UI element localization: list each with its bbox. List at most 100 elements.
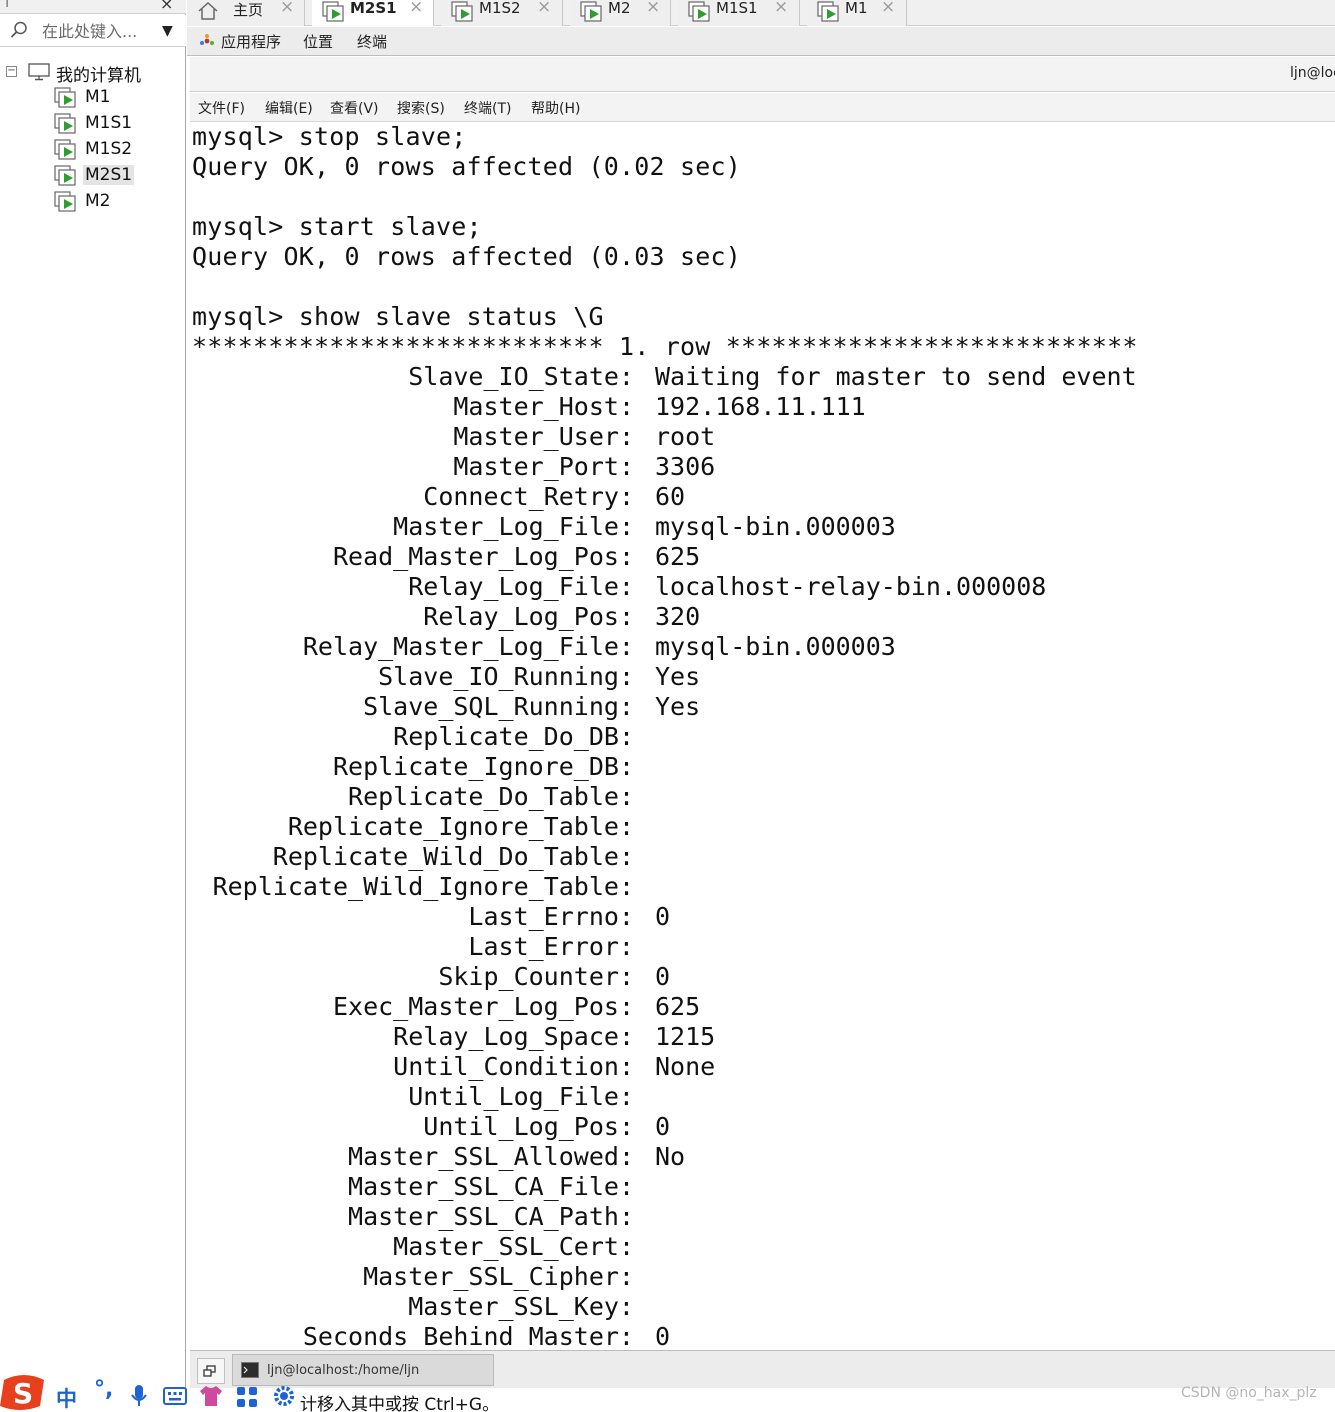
status-field-name: Replicate_Wild_Ignore_Table: [212, 872, 634, 901]
close-library-icon[interactable]: × [160, 0, 173, 13]
menu-file[interactable]: 文件(F) [198, 98, 245, 118]
tree-item-m1s1[interactable]: M1S1 [54, 110, 164, 136]
status-field-name: Relay_Log_Space: [393, 1022, 634, 1051]
terminal-icon [241, 1362, 259, 1378]
status-field-name: Seconds_Behind_Master: [302, 1322, 634, 1350]
terminal-line: mysql> stop slave; [192, 122, 467, 151]
terminal-menubar: 文件(F) 编辑(E) 查看(V) 搜索(S) 终端(T) 帮助(H) [190, 93, 1335, 122]
pin-icon[interactable]: ⊤ [1, 0, 13, 11]
status-field-name: Slave_IO_State: [408, 362, 634, 391]
tab-m1[interactable]: M1 × [807, 0, 907, 26]
terminal-titlebar[interactable]: ljn@loc [190, 57, 1335, 92]
status-field-value: root [655, 422, 716, 451]
vm-tab-bar: 主页 × M2S1 × M1S2 × M2 × M1S1 × M1 × [187, 0, 1335, 26]
status-field-name: Until_Condition: [393, 1052, 634, 1081]
status-field-value: 320 [655, 602, 701, 631]
applications-icon [200, 34, 214, 45]
tab-m1s2[interactable]: M1S2 × [441, 0, 563, 26]
show-desktop-button[interactable] [197, 1358, 225, 1384]
sogou-ime-logo-icon[interactable]: S [0, 1372, 48, 1412]
status-field-name: Until_Log_Pos: [423, 1112, 634, 1141]
library-search-input[interactable] [42, 19, 154, 43]
tree-item-m1s2[interactable]: M1S2 [54, 136, 164, 162]
collapse-icon[interactable]: − [6, 66, 17, 77]
tab-close-icon[interactable]: × [646, 0, 660, 17]
guest-taskbar: ljn@localhost:/home/ljn [190, 1350, 1335, 1388]
taskbar-terminal-item[interactable]: ljn@localhost:/home/ljn [232, 1354, 494, 1386]
status-field-value: 0 [655, 1112, 671, 1141]
menu-search[interactable]: 搜索(S) [397, 98, 445, 118]
search-icon [10, 21, 27, 38]
tab-home[interactable]: 主页 × [187, 0, 305, 26]
terminal-line: mysql> show slave status \G [192, 302, 604, 331]
status-field-name: Relay_Log_File: [408, 572, 634, 601]
computer-icon [28, 63, 50, 81]
tree-item-m2s1[interactable]: M2S1 [54, 162, 164, 188]
svg-text:S: S [13, 1377, 33, 1410]
menu-view[interactable]: 查看(V) [330, 98, 379, 118]
skin-shirt-icon[interactable] [199, 1385, 223, 1407]
home-icon [198, 1, 218, 20]
status-field-value: 192.168.11.111 [655, 392, 866, 421]
status-field-name: Replicate_Wild_Do_Table: [272, 842, 634, 871]
menu-applications[interactable]: 应用程序 [221, 31, 281, 52]
status-field-name: Master_Port: [453, 452, 634, 481]
status-field-name: Master_SSL_Allowed: [348, 1142, 634, 1171]
status-field-value: localhost-relay-bin.000008 [655, 572, 1047, 601]
menu-places[interactable]: 位置 [303, 31, 333, 52]
watermark: CSDN @no_hax_plz [1181, 1385, 1317, 1401]
status-field-name: Master_SSL_Key: [408, 1292, 634, 1321]
status-field-name: Relay_Master_Log_File: [302, 632, 634, 661]
status-field-value: Waiting for master to send event [655, 362, 1137, 391]
settings-gear-icon[interactable] [272, 1384, 296, 1408]
status-field-name: Replicate_Do_Table: [348, 782, 634, 811]
status-field-name: Replicate_Do_DB: [393, 722, 634, 751]
status-field-value: 0 [655, 962, 671, 991]
restore-windows-icon [203, 1365, 216, 1377]
vm-icon [54, 165, 76, 186]
tree-item-m2[interactable]: M2 [54, 188, 164, 214]
tab-close-icon[interactable]: × [537, 0, 551, 17]
tab-close-icon[interactable]: × [280, 0, 294, 17]
vm-icon [54, 113, 76, 134]
status-field-name: Exec_Master_Log_Pos: [332, 992, 634, 1021]
search-dropdown-icon[interactable]: ▼ [162, 23, 173, 39]
status-field-name: Master_User: [453, 422, 634, 451]
vm-icon [322, 1, 344, 22]
status-field-name: Skip_Counter: [438, 962, 634, 991]
tree-item-m1[interactable]: M1 [54, 84, 164, 110]
terminal-output[interactable]: mysql> stop slave; Query OK, 0 rows affe… [190, 122, 1335, 1350]
terminal-line: mysql> start slave; [192, 212, 482, 241]
tab-m2[interactable]: M2 × [570, 0, 671, 26]
tree-root-my-computer[interactable]: − 我的计算机 [0, 58, 186, 86]
microphone-icon[interactable] [130, 1384, 148, 1408]
keyboard-icon[interactable] [163, 1387, 187, 1405]
menu-terminal[interactable]: 终端 [357, 31, 387, 52]
status-field-name: Master_SSL_CA_File: [348, 1172, 634, 1201]
tab-close-icon[interactable]: × [881, 0, 895, 17]
tab-m1s1[interactable]: M1S1 × [678, 0, 800, 26]
status-field-value: mysql-bin.000003 [655, 512, 896, 541]
status-field-name: Relay_Log_Pos: [423, 602, 634, 631]
status-field-value: 0 [655, 1322, 671, 1350]
status-field-name: Master_SSL_Cert: [393, 1232, 634, 1261]
status-field-name: Slave_SQL_Running: [363, 692, 634, 721]
status-field-value: 625 [655, 542, 701, 571]
menu-terminal-t[interactable]: 终端(T) [464, 98, 511, 118]
status-field-name: Last_Error: [468, 932, 634, 961]
ime-mode-toggle[interactable]: 中 [56, 1383, 77, 1412]
ime-punctuation-toggle[interactable]: °, [94, 1377, 113, 1402]
toolbox-grid-icon[interactable] [236, 1386, 258, 1408]
status-field-name: Master_SSL_Cipher: [363, 1262, 634, 1291]
menu-help[interactable]: 帮助(H) [531, 98, 580, 118]
status-field-value: 3306 [655, 452, 716, 481]
window-title: ljn@loc [1290, 65, 1335, 81]
tab-close-icon[interactable]: × [774, 0, 788, 17]
menu-edit[interactable]: 编辑(E) [265, 98, 313, 118]
tab-close-icon[interactable]: × [409, 0, 423, 17]
tab-m2s1[interactable]: M2S1 × [312, 0, 434, 26]
status-field-name: Master_Log_File: [393, 512, 634, 541]
vm-icon [817, 1, 839, 22]
status-field-name: Slave_IO_Running: [378, 662, 634, 691]
status-field-value: None [655, 1052, 716, 1081]
